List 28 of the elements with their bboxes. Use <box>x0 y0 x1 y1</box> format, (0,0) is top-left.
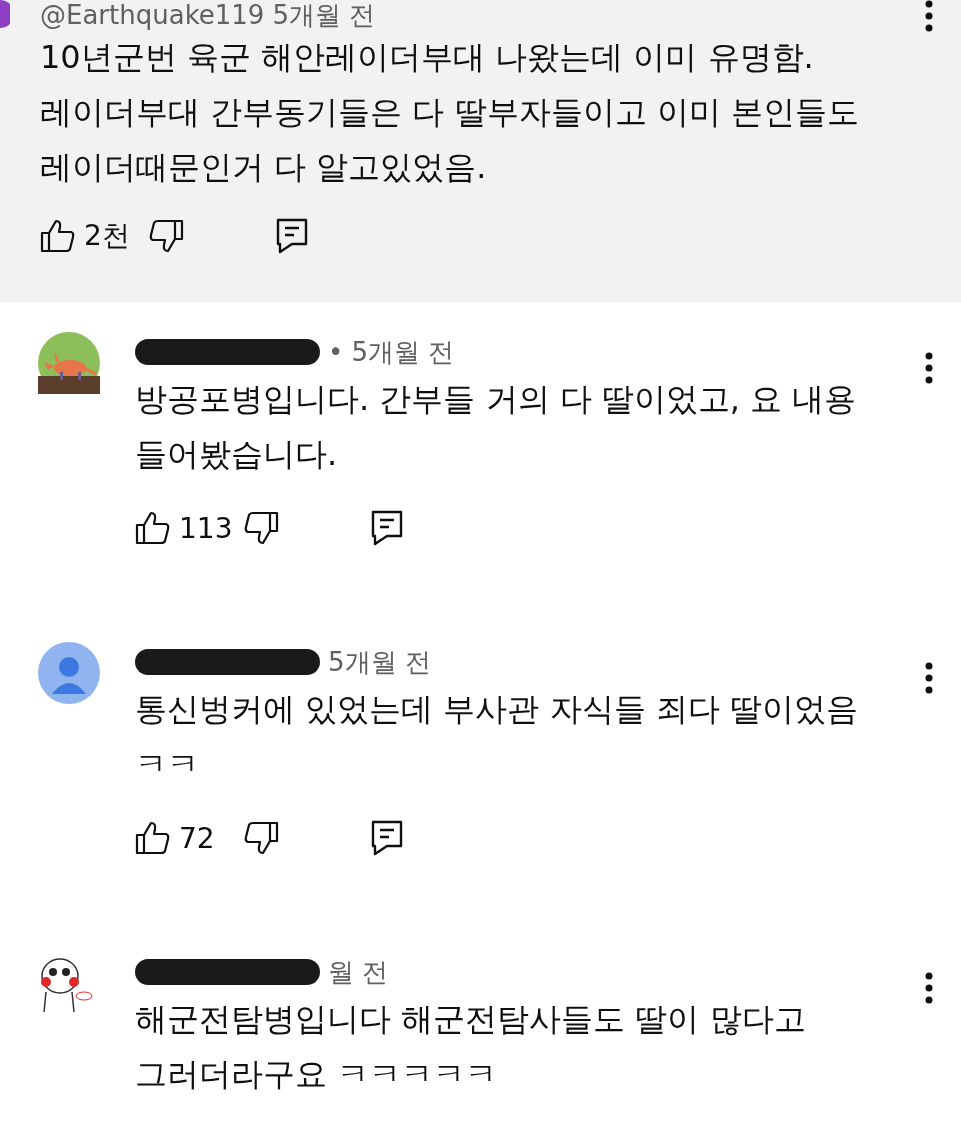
comment-text: 방공포병입니다. 간부들 거의 다 딸이었고, 요 내용 들어봤습니다. <box>135 379 858 475</box>
more-options-icon[interactable] <box>925 972 933 1004</box>
reply-icon[interactable] <box>276 218 308 254</box>
comment-time: 월 전 <box>328 955 389 989</box>
thumbs-up-icon[interactable] <box>40 219 76 253</box>
thumbs-down-icon[interactable] <box>148 219 184 253</box>
comment-text: 10년군번 육군 해안레이더부대 나왔는데 이미 유명함. 레이더부대 간부동기들은 다 딸부자들이고 이미 본인들도 레이더때문인거 다 알고있었음. <box>40 37 860 188</box>
comment-time: 5개월 전 <box>328 645 431 679</box>
thumbs-down-icon[interactable] <box>243 821 279 855</box>
thumbs-down-icon[interactable] <box>243 511 279 545</box>
default-avatar-icon <box>38 642 100 704</box>
thumbs-up-icon[interactable] <box>135 821 171 855</box>
comment-author[interactable]: @Earthquake119 <box>40 0 265 30</box>
aardvark-avatar-icon <box>38 332 100 394</box>
like-count: 2천 <box>84 218 131 254</box>
comment-time: 5개월 전 <box>272 0 376 32</box>
comment-time: • 5개월 전 <box>328 335 455 369</box>
more-options-icon[interactable] <box>925 0 933 32</box>
comment-text: 해군전탐병입니다 해군전탐사들도 딸이 많다고 그러더라구요 ㅋㅋㅋㅋㅋ <box>135 999 807 1095</box>
reply-icon[interactable] <box>371 820 403 856</box>
like-count: 72 <box>179 821 216 855</box>
comment-text: 통신벙커에 있었는데 부사관 자식들 죄다 딸이었음 ㅋㅋ <box>135 689 859 785</box>
like-count: 113 <box>179 511 234 545</box>
reply-icon[interactable] <box>371 510 403 546</box>
more-options-icon[interactable] <box>925 352 933 384</box>
avatar-icon <box>0 0 10 28</box>
more-options-icon[interactable] <box>925 662 933 694</box>
thumbs-up-icon[interactable] <box>135 511 171 545</box>
